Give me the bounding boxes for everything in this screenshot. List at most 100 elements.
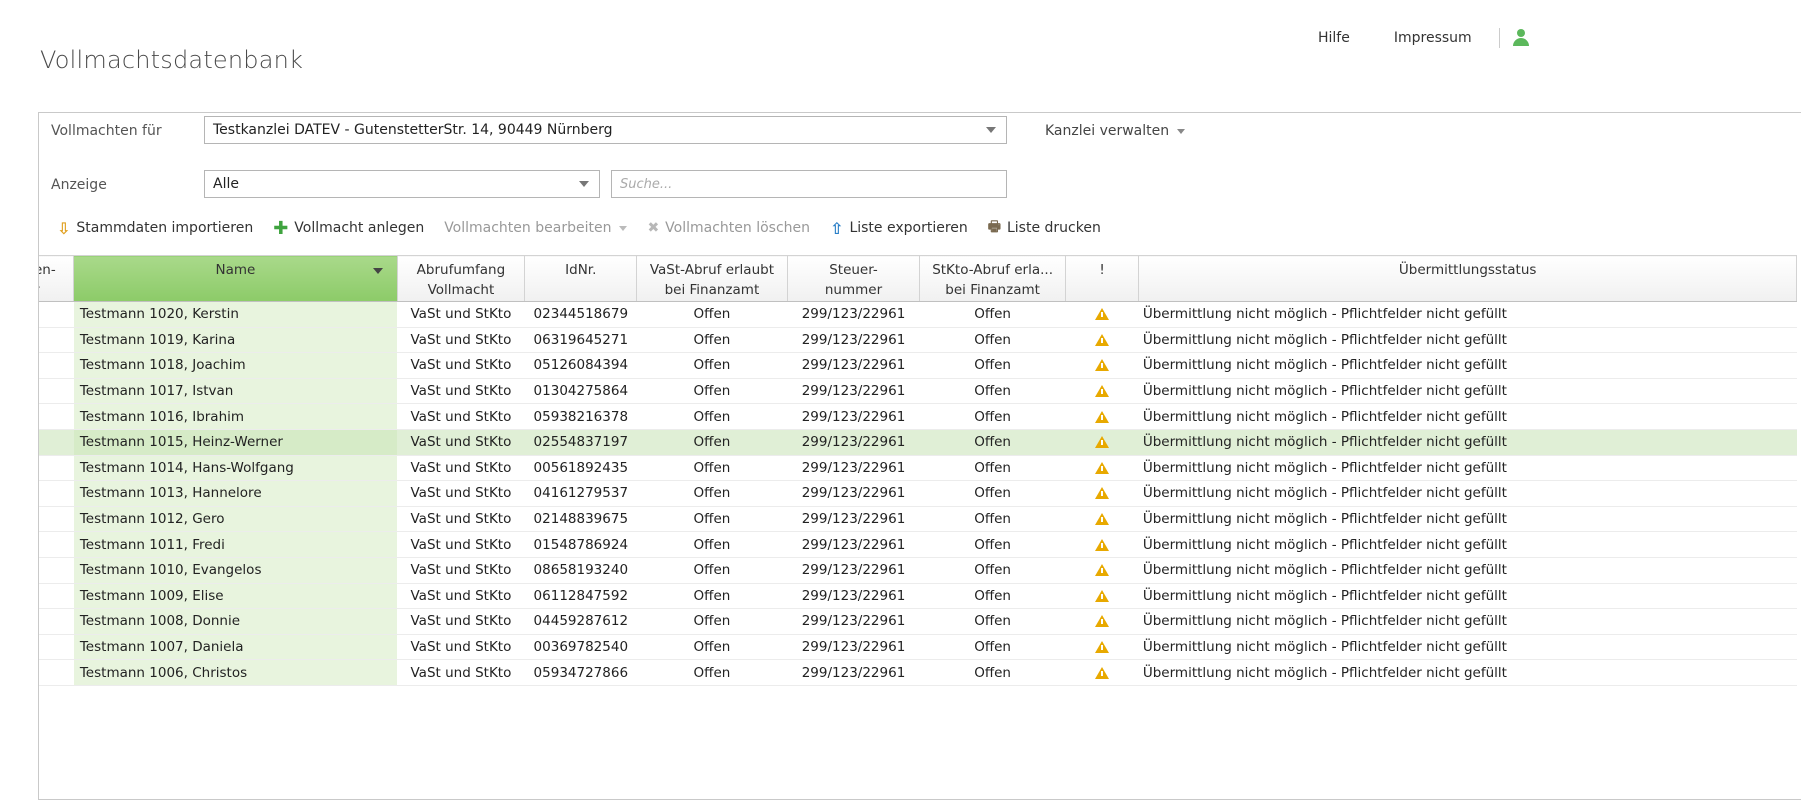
top-links-divider [1498,28,1500,48]
kanzlei-select[interactable]: Testkanzlei DATEV - GutenstetterStr. 14,… [204,116,1007,144]
table-row[interactable]: Testmann 1014, Hans-Wolfgang VaSt und StK… [39,455,1797,482]
help-link[interactable]: Hilfe [1318,30,1350,46]
cell-first [39,378,74,405]
top-links: Hilfe Impressum [1318,28,1530,48]
cell-stkto: Offen [919,531,1066,558]
table-row[interactable]: Testmann 1012, Gero VaSt und StKto 0214883… [39,506,1797,533]
cell-stkto: Offen [919,480,1066,507]
cell-steuernr: 299/123/22961 [787,506,920,533]
warning-icon [1095,333,1110,346]
cell-steuernr: 299/123/22961 [787,378,920,405]
cell-vast: Offen [636,429,788,456]
warning-icon [1095,359,1110,372]
cell-abrufumfang: VaSt und StKto [397,557,525,584]
user-icon[interactable] [1512,29,1530,47]
cell-name: Testmann 1008, Donnie [73,608,398,635]
cell-status: Übermittlung nicht möglich - Pflichtfeld… [1138,608,1797,635]
cell-warn [1065,301,1139,328]
cell-steuernr: 299/123/22961 [787,608,920,635]
column-header-status[interactable]: Übermittlungsstatus [1138,255,1797,302]
export-list-button[interactable]: ⇧ Liste exportieren [830,219,968,238]
sort-arrow-icon[interactable] [372,268,383,274]
cell-stkto: Offen [919,608,1066,635]
chevron-down-icon [619,225,628,231]
delete-vollmachten-button[interactable]: ✖ Vollmachten löschen [647,220,810,236]
close-icon: ✖ [647,220,660,236]
column-header-first[interactable]: en-r [39,255,75,302]
cell-abrufumfang: VaSt und StKto [397,659,525,686]
column-header-stkto[interactable]: StKto-Abruf erla... bei Finanzamt [919,255,1066,302]
cell-warn [1065,352,1139,379]
table-row[interactable]: Testmann 1010, Evangelos VaSt und StKto 08… [39,557,1797,584]
cell-status: Übermittlung nicht möglich - Pflichtfeld… [1138,557,1797,584]
warning-icon [1095,436,1110,449]
cell-steuernr: 299/123/22961 [787,659,920,686]
import-button[interactable]: ⇩ Stammdaten importieren [57,219,253,238]
cell-warn [1065,583,1139,610]
search-input[interactable] [611,170,1007,198]
plus-icon: ✚ [273,217,289,239]
cell-vast: Offen [636,608,788,635]
column-header-steuernr[interactable]: Steuer-nummer [787,255,921,302]
table-row[interactable]: Testmann 1016, Ibrahim VaSt und StKto 0593… [39,403,1797,430]
cell-vast: Offen [636,659,788,686]
cell-first [39,455,74,482]
kanzlei-verwalten-menu[interactable]: Kanzlei verwalten [1045,123,1186,139]
table-row[interactable]: Testmann 1013, Hannelore VaSt und StKto 04… [39,480,1797,507]
table-row[interactable]: Testmann 1017, Istvan VaSt und StKto 01304… [39,378,1797,405]
column-header-warn[interactable]: ! [1065,255,1140,302]
warning-icon [1095,385,1110,398]
cell-stkto: Offen [919,455,1066,482]
cell-vast: Offen [636,455,788,482]
import-label: Stammdaten importieren [76,220,254,236]
cell-status: Übermittlung nicht möglich - Pflichtfeld… [1138,506,1797,533]
cell-name: Testmann 1011, Fredi [73,531,398,558]
export-label: Liste exportieren [849,220,968,236]
cell-first [39,634,74,661]
add-vollmacht-button[interactable]: ✚ Vollmacht anlegen [273,218,424,239]
cell-vast: Offen [636,583,788,610]
cell-name: Testmann 1013, Hannelore [73,480,398,507]
table-row[interactable]: Testmann 1006, Christos VaSt und StKto 059… [39,659,1797,686]
cell-vast: Offen [636,403,788,430]
column-header-vast[interactable]: VaSt-Abruf erlaubt bei Finanzamt [636,255,788,302]
cell-idnr: 02344518679 [524,301,637,328]
cell-name: Testmann 1020, Kerstin [73,301,398,328]
table-row[interactable]: Testmann 1019, Karina VaSt und StKto 06319… [39,327,1797,354]
impressum-link[interactable]: Impressum [1394,30,1472,46]
cell-idnr: 00369782540 [524,634,637,661]
anzeige-select-value: Alle [213,176,239,192]
cell-idnr: 05934727866 [524,659,637,686]
warning-icon [1095,615,1110,628]
cell-vast: Offen [636,327,788,354]
cell-first [39,352,74,379]
cell-steuernr: 299/123/22961 [787,557,920,584]
kanzlei-verwalten-label: Kanzlei verwalten [1045,123,1170,139]
warning-icon [1095,487,1110,500]
cell-first [39,301,74,328]
table-row[interactable]: Testmann 1009, Elise VaSt und StKto 061128… [39,583,1797,610]
cell-vast: Offen [636,634,788,661]
table-row[interactable]: Testmann 1008, Donnie VaSt und StKto 04459… [39,608,1797,635]
table-row[interactable]: Testmann 1018, Joachim VaSt und StKto 0512… [39,352,1797,379]
chevron-down-icon [579,181,589,187]
cell-stkto: Offen [919,378,1066,405]
cell-warn [1065,455,1139,482]
cell-first [39,480,74,507]
column-header-idnr[interactable]: IdNr. [524,255,638,302]
table-row[interactable]: Testmann 1011, Fredi VaSt und StKto 015487… [39,531,1797,558]
anzeige-select[interactable]: Alle [204,170,600,198]
table-row[interactable]: Testmann 1007, Daniela VaSt und StKto 0036… [39,634,1797,661]
main-panel: Vollmachten für Testkanzlei DATEV - Gute… [38,112,1801,800]
column-header-abrufumfang[interactable]: Abrufumfang Vollmacht [397,255,526,302]
table-row[interactable]: Testmann 1020, Kerstin VaSt und StKto 0234… [39,301,1797,328]
edit-vollmachten-button[interactable]: Vollmachten bearbeiten [444,220,628,236]
table-row[interactable]: Testmann 1015, Heinz-Werner VaSt und StKt… [39,429,1797,456]
print-list-button[interactable]: 🖶 Liste drucken [988,216,1101,240]
cell-steuernr: 299/123/22961 [787,583,920,610]
cell-stkto: Offen [919,557,1066,584]
cell-abrufumfang: VaSt und StKto [397,403,525,430]
warning-icon [1095,461,1110,474]
column-header-name[interactable]: Name [73,255,398,302]
cell-first [39,659,74,686]
